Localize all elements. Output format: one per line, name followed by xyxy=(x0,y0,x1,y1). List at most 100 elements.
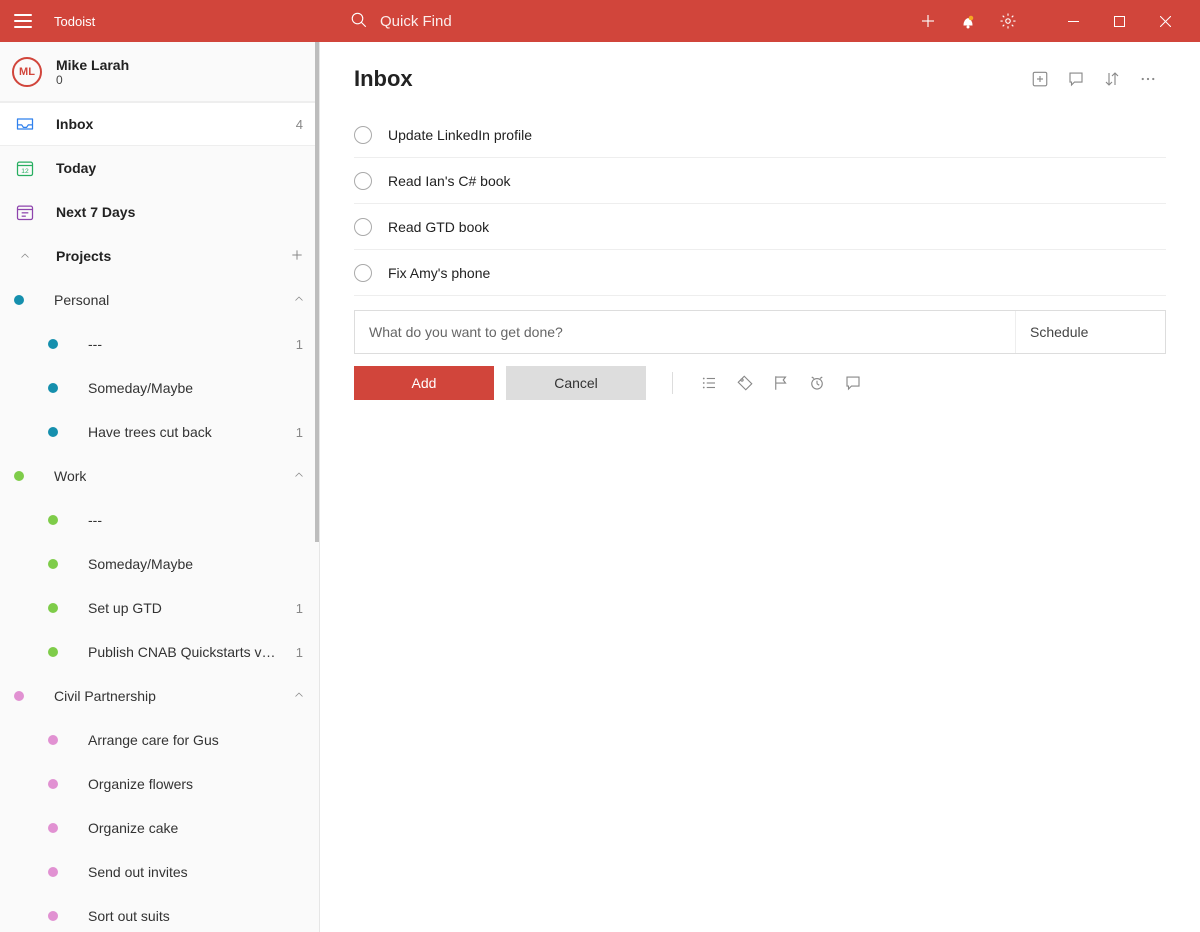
task-row[interactable]: Update LinkedIn profile xyxy=(354,112,1166,158)
tag-icon[interactable] xyxy=(727,368,763,398)
task-title: Fix Amy's phone xyxy=(388,265,490,281)
nav-next7[interactable]: Next 7 Days xyxy=(0,190,319,234)
project-label: Personal xyxy=(54,292,109,308)
project-label: Publish CNAB Quickstarts video walkthrou… xyxy=(88,644,278,660)
project-item[interactable]: Organize flowers xyxy=(0,762,319,806)
today-icon: 12 xyxy=(14,158,36,178)
nav-today-label: Today xyxy=(56,160,96,176)
project-color-dot xyxy=(48,515,58,525)
nav-inbox-count: 4 xyxy=(296,117,303,132)
topbar: Todoist xyxy=(0,0,1200,42)
task-checkbox[interactable] xyxy=(354,218,372,236)
project-item[interactable]: Someday/Maybe xyxy=(0,542,319,586)
window-maximize-button[interactable] xyxy=(1096,5,1142,37)
project-item[interactable]: ---1 xyxy=(0,322,319,366)
task-checkbox[interactable] xyxy=(354,126,372,144)
chevron-up-icon[interactable] xyxy=(293,468,305,484)
window-minimize-button[interactable] xyxy=(1050,5,1096,37)
main: Inbox Update LinkedIn profil xyxy=(320,42,1200,932)
avatar: ML xyxy=(12,57,42,87)
project-label: Organize flowers xyxy=(88,776,193,792)
project-label: Someday/Maybe xyxy=(88,380,193,396)
task-title: Read Ian's C# book xyxy=(388,173,511,189)
section-projects-label: Projects xyxy=(56,248,111,264)
task-row[interactable]: Fix Amy's phone xyxy=(354,250,1166,296)
add-project-icon[interactable] xyxy=(289,247,305,266)
chevron-up-icon xyxy=(14,250,36,262)
flag-icon[interactable] xyxy=(763,368,799,398)
schedule-label: Schedule xyxy=(1030,324,1088,340)
project-list: Personal---1Someday/MaybeHave trees cut … xyxy=(0,278,319,932)
list-icon[interactable] xyxy=(691,368,727,398)
comments-icon[interactable] xyxy=(1058,64,1094,94)
project-color-dot xyxy=(48,383,58,393)
task-row[interactable]: Read GTD book xyxy=(354,204,1166,250)
page-title: Inbox xyxy=(354,66,1022,92)
project-item[interactable]: Send out invites xyxy=(0,850,319,894)
search-icon xyxy=(350,11,368,32)
project-color-dot xyxy=(14,295,24,305)
project-item[interactable]: Arrange care for Gus xyxy=(0,718,319,762)
project-item[interactable]: Personal xyxy=(0,278,319,322)
app-title: Todoist xyxy=(54,14,95,29)
more-icon[interactable] xyxy=(1130,64,1166,94)
nav-inbox[interactable]: Inbox 4 xyxy=(0,102,319,146)
project-label: --- xyxy=(88,512,102,528)
project-count: 1 xyxy=(296,425,303,440)
project-color-dot xyxy=(48,779,58,789)
sort-icon[interactable] xyxy=(1094,64,1130,94)
project-color-dot xyxy=(48,559,58,569)
project-item[interactable]: Publish CNAB Quickstarts video walkthrou… xyxy=(0,630,319,674)
settings-icon[interactable] xyxy=(988,0,1028,42)
project-label: Civil Partnership xyxy=(54,688,156,704)
project-label: Someday/Maybe xyxy=(88,556,193,572)
inbox-icon xyxy=(14,114,36,134)
svg-text:12: 12 xyxy=(21,168,29,175)
project-color-dot xyxy=(48,911,58,921)
next7-icon xyxy=(14,202,36,222)
search-wrap[interactable] xyxy=(350,11,638,32)
window-close-button[interactable] xyxy=(1142,5,1188,37)
project-label: Arrange care for Gus xyxy=(88,732,219,748)
add-task-input[interactable] xyxy=(355,311,1015,353)
task-checkbox[interactable] xyxy=(354,172,372,190)
project-item[interactable]: Civil Partnership xyxy=(0,674,319,718)
nav-inbox-label: Inbox xyxy=(56,116,93,132)
hamburger-icon[interactable] xyxy=(14,14,32,28)
project-color-dot xyxy=(48,339,58,349)
project-count: 1 xyxy=(296,601,303,616)
search-input[interactable] xyxy=(378,12,638,31)
project-item[interactable]: Work xyxy=(0,454,319,498)
nav-today[interactable]: 12 Today xyxy=(0,146,319,190)
project-label: Work xyxy=(54,468,86,484)
chevron-up-icon[interactable] xyxy=(293,292,305,308)
comment-icon[interactable] xyxy=(835,368,871,398)
task-row[interactable]: Read Ian's C# book xyxy=(354,158,1166,204)
project-item[interactable]: --- xyxy=(0,498,319,542)
project-label: Have trees cut back xyxy=(88,424,212,440)
reminder-icon[interactable] xyxy=(799,368,835,398)
add-task-icon[interactable] xyxy=(908,0,948,42)
chevron-up-icon[interactable] xyxy=(293,688,305,704)
cancel-button[interactable]: Cancel xyxy=(506,366,646,400)
project-label: Set up GTD xyxy=(88,600,162,616)
add-button[interactable]: Add xyxy=(354,366,494,400)
schedule-button[interactable]: Schedule xyxy=(1015,311,1165,353)
project-label: Sort out suits xyxy=(88,908,170,924)
project-color-dot xyxy=(48,867,58,877)
project-color-dot xyxy=(48,603,58,613)
project-item[interactable]: Sort out suits xyxy=(0,894,319,932)
project-item[interactable]: Someday/Maybe xyxy=(0,366,319,410)
user-row[interactable]: ML Mike Larah 0 xyxy=(0,42,319,102)
notifications-icon[interactable] xyxy=(948,0,988,42)
task-title: Update LinkedIn profile xyxy=(388,127,532,143)
section-projects[interactable]: Projects xyxy=(0,234,319,278)
project-color-dot xyxy=(48,735,58,745)
task-checkbox[interactable] xyxy=(354,264,372,282)
project-color-dot xyxy=(48,427,58,437)
project-item[interactable]: Set up GTD 1 xyxy=(0,586,319,630)
project-label: Send out invites xyxy=(88,864,188,880)
project-item[interactable]: Organize cake xyxy=(0,806,319,850)
project-item[interactable]: Have trees cut back 1 xyxy=(0,410,319,454)
add-section-icon[interactable] xyxy=(1022,64,1058,94)
